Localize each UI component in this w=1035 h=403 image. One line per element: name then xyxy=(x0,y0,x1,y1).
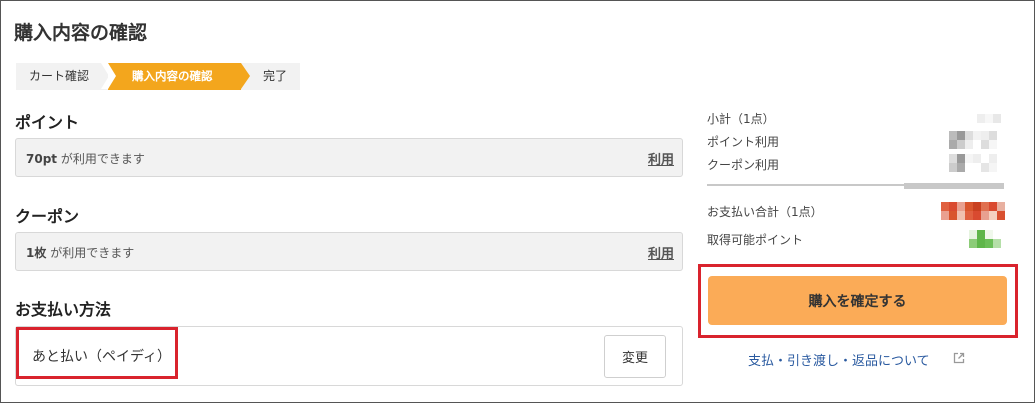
coupon-suffix: が利用できます xyxy=(50,246,135,260)
point-use-redacted xyxy=(949,131,997,149)
external-link-icon xyxy=(953,352,965,364)
point-use-label: ポイント利用 xyxy=(707,135,780,149)
coupon-use-label: クーポン利用 xyxy=(707,158,780,172)
subtotal-label: 小計（1点） xyxy=(707,112,775,126)
coupon-value: 1枚 xyxy=(26,246,47,260)
change-payment-button[interactable]: 変更 xyxy=(604,335,666,378)
payment-heading: お支払い方法 xyxy=(15,300,112,319)
total-label: お支払い合計（1点） xyxy=(707,205,823,219)
use-points-link[interactable]: 利用 xyxy=(648,149,674,168)
confirm-purchase-button[interactable]: 購入を確定する xyxy=(708,276,1007,325)
checkout-steps: カート確認 購入内容の確認 完了 xyxy=(16,63,300,90)
points-suffix: が利用できます xyxy=(60,152,145,166)
earn-points-redacted xyxy=(969,230,1001,248)
points-available: 70pt が利用できます xyxy=(26,150,145,167)
earn-points-label: 取得可能ポイント xyxy=(707,233,804,247)
points-value: 70pt xyxy=(26,152,58,166)
page-title: 購入内容の確認 xyxy=(14,22,148,44)
total-redacted xyxy=(941,202,1005,220)
summary-divider xyxy=(707,183,1004,189)
points-field: 70pt が利用できます 利用 xyxy=(15,138,683,177)
payment-method: あと払い（ペイディ） xyxy=(32,349,172,365)
step-cart: カート確認 xyxy=(16,63,109,90)
payment-policy-link[interactable]: 支払・引き渡し・返品について xyxy=(748,350,930,369)
coupon-available: 1枚 が利用できます xyxy=(26,244,134,261)
use-coupon-link[interactable]: 利用 xyxy=(648,243,674,262)
step-confirm-current: 購入内容の確認 xyxy=(108,63,250,90)
coupon-heading: クーポン xyxy=(15,207,80,226)
subtotal-redacted xyxy=(977,114,1001,123)
coupon-use-redacted xyxy=(949,154,997,172)
points-heading: ポイント xyxy=(15,113,80,132)
coupon-field: 1枚 が利用できます 利用 xyxy=(15,232,683,271)
